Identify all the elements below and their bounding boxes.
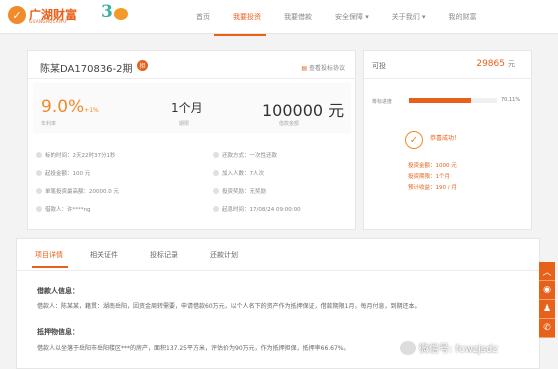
main-nav: 首页 我要投资 我要借款 安全保障 ▾ 关于我们 ▾ 我的财富 <box>196 12 500 22</box>
tab-bid-records[interactable]: 投标记录 <box>150 250 178 260</box>
clock-icon <box>36 152 42 158</box>
nav-about[interactable]: 关于我们 ▾ <box>392 12 426 22</box>
info-text: 起投金额：100 元 <box>45 171 91 177</box>
loan-title: 陈某DA170836-2期 <box>40 64 133 75</box>
success-check-icon: ✓ <box>405 131 423 149</box>
nav-home[interactable]: 首页 <box>196 12 210 22</box>
nav-invest[interactable]: 我要投资 <box>233 12 261 22</box>
tab-certificates[interactable]: 相关证件 <box>90 250 118 260</box>
info-text: 加入人数：7人次 <box>222 171 264 177</box>
tab-project-details[interactable]: 项目详情 <box>35 250 63 260</box>
info-text: 投资奖励：无奖励 <box>222 189 267 195</box>
anniversary-logo: 3 <box>101 2 129 24</box>
invest-card: 可投 29865 元 筹标进度 70.11% ✓ 恭喜成功！ 投资金额：1000 … <box>363 50 532 230</box>
tab-active-indicator <box>32 266 68 268</box>
info-interest-start: 起息时间：17/08/24 09:00:00 <box>213 205 301 213</box>
qq-icon[interactable]: ♟ <box>539 300 555 319</box>
available-label: 可投 <box>372 62 386 70</box>
wechat-icon <box>400 340 416 355</box>
document-icon: ▤ <box>301 65 307 72</box>
info-text: 标的时间：2天22时37分1秒 <box>45 153 116 159</box>
info-borrower: 借款人：许****ng <box>36 205 90 213</box>
expected-earnings-text: 预计收益：190 / 月 <box>408 185 457 191</box>
people-icon <box>213 170 219 176</box>
expected-earnings: 预计收益：190 / 月 <box>408 183 457 191</box>
collateral-heading: 抵押物信息： <box>37 328 79 336</box>
progress-bar <box>409 98 497 103</box>
invest-term-text: 投资期限：1个月 <box>408 174 450 180</box>
protocol-link[interactable]: ▤ 查看投标协议 <box>301 63 345 72</box>
collateral-text: 借款人以坐落于岳阳市岳阳楼区***的房产，面积137.25平方米，评估价为90万… <box>37 345 350 352</box>
info-repayment: 还款方式：一次性还款 <box>213 151 277 159</box>
invest-amount-text: 投资金额：1000 元 <box>408 163 457 169</box>
term-label: 期限 <box>179 121 190 127</box>
guarantee-badge: 担 <box>137 60 148 71</box>
borrower-info-text: 借款人：陈某某，籍贯：湖南岳阳，因资金周转需要，申请借款60万元，以个人名下的资… <box>37 303 421 310</box>
nav-borrow[interactable]: 我要借款 <box>284 12 312 22</box>
divider <box>28 78 355 79</box>
info-text: 借款人：许****ng <box>45 207 91 213</box>
brand-subtitle: GUANGHUCAIFU <box>29 19 67 24</box>
weibo-icon[interactable]: ◉ <box>539 281 555 300</box>
progress-fill <box>409 98 471 103</box>
loan-amount: 100000 元 <box>262 101 345 120</box>
header: ✓ 广湖财富 GUANGHUCAIFU 3 首页 我要投资 我要借款 安全保障 … <box>0 0 558 34</box>
gift-icon <box>213 188 219 194</box>
loan-term: 1个月 <box>171 101 203 115</box>
limit-icon <box>36 188 42 194</box>
floating-sidebar: ︿ ◉ ♟ ✆ <box>539 262 555 338</box>
loan-card: 陈某DA170836-2期 担 ▤ 查看投标协议 9.0%+1% 年利率 1个月 … <box>27 50 356 230</box>
tab-repayment-plan[interactable]: 还款计划 <box>210 250 238 260</box>
info-countdown: 标的时间：2天22时37分1秒 <box>36 151 116 159</box>
detail-tabs: 项目详情 相关证件 投标记录 还款计划 <box>17 239 539 271</box>
rate-value: 9.0% <box>41 97 85 117</box>
rate-bonus: +1% <box>84 107 99 114</box>
success-message: 恭喜成功！ <box>430 135 461 142</box>
phone-icon[interactable]: ✆ <box>539 319 555 338</box>
annual-rate: 9.0%+1% <box>41 97 99 117</box>
coin-icon <box>36 170 42 176</box>
back-to-top-icon[interactable]: ︿ <box>539 262 555 281</box>
info-max-invest: 单笔投资最高额：20000.0 元 <box>36 187 119 195</box>
watermark: 微信号: fcwzjsdz <box>400 340 498 355</box>
logo-icon: ✓ <box>8 6 26 24</box>
watermark-text: 微信号: fcwzjsdz <box>419 344 498 355</box>
divider <box>364 78 531 79</box>
loan-summary: 9.0%+1% 年利率 1个月 期限 100000 元 借款金额 <box>33 83 351 133</box>
nav-security[interactable]: 安全保障 ▾ <box>335 12 369 22</box>
info-text: 起息时间：17/08/24 09:00:00 <box>222 207 301 213</box>
invest-term: 投资期限：1个月 <box>408 172 450 180</box>
info-text: 单笔投资最高额：20000.0 元 <box>45 189 119 195</box>
info-text: 还款方式：一次性还款 <box>222 153 278 159</box>
available-unit: 元 <box>508 60 515 68</box>
nav-my-wealth[interactable]: 我的财富 <box>449 12 477 22</box>
nav-active-indicator <box>214 34 266 36</box>
available-amount: 29865 元 <box>476 59 515 69</box>
rate-label: 年利率 <box>41 121 57 127</box>
brand-logo[interactable]: ✓ 广湖财富 GUANGHUCAIFU <box>8 6 77 24</box>
amount-label: 借款金额 <box>279 121 300 127</box>
info-reward: 投资奖励：无奖励 <box>213 187 266 195</box>
anniversary-badge <box>114 8 128 20</box>
available-value: 29865 <box>476 59 505 69</box>
invest-amount: 投资金额：1000 元 <box>408 161 457 169</box>
calendar-icon <box>213 206 219 212</box>
progress-label: 筹标进度 <box>372 99 393 105</box>
repay-icon <box>213 152 219 158</box>
protocol-label: 查看投标协议 <box>308 65 345 72</box>
user-icon <box>36 206 42 212</box>
borrower-info-heading: 借款人信息： <box>37 287 79 295</box>
info-participants: 加入人数：7人次 <box>213 169 264 177</box>
progress-value: 70.11% <box>501 97 521 103</box>
anniversary-number: 3 <box>101 2 113 22</box>
info-min-invest: 起投金额：100 元 <box>36 169 90 177</box>
